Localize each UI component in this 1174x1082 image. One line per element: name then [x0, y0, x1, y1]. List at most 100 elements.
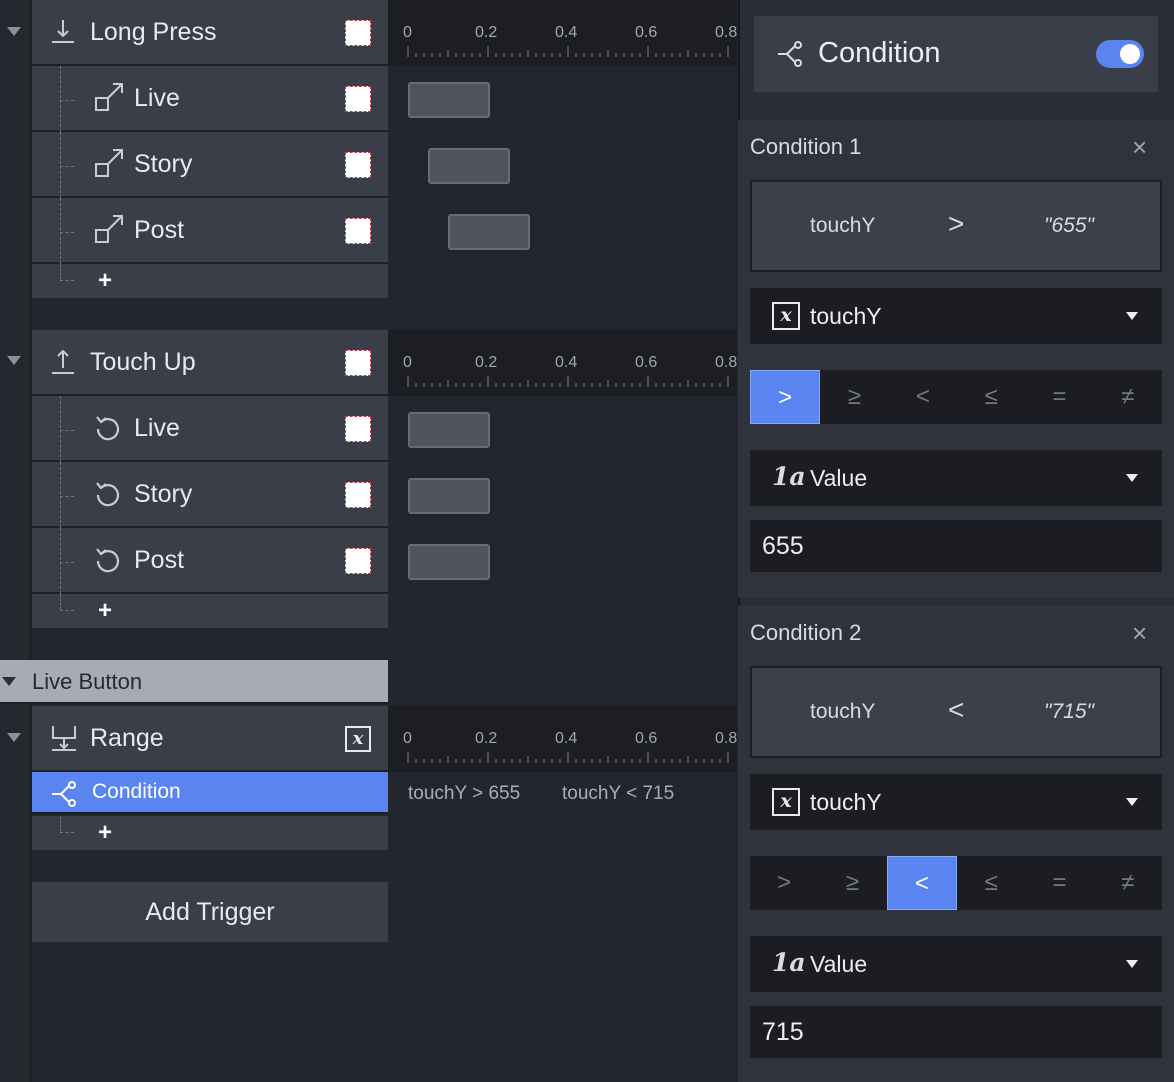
trigger-checkbox[interactable]	[345, 350, 371, 376]
operator-neq[interactable]: ≠	[1094, 370, 1162, 424]
close-icon[interactable]: ×	[1132, 618, 1147, 649]
operator-eq[interactable]: =	[1025, 370, 1093, 424]
timeline-bar[interactable]	[408, 478, 490, 514]
timeline-bar[interactable]	[408, 82, 490, 118]
tick-label: 0	[403, 354, 412, 371]
add-trigger-button[interactable]: Add Trigger	[32, 882, 388, 942]
chevron-down-icon	[1126, 960, 1138, 968]
tick-label: 0.8	[715, 354, 737, 371]
tree-connector	[60, 66, 61, 132]
condition-toggle[interactable]	[1096, 40, 1144, 68]
tick-label: 0.4	[555, 24, 578, 41]
action-label: Post	[134, 216, 185, 244]
action-row[interactable]: Post	[32, 198, 388, 264]
action-label: Live	[134, 414, 180, 442]
operator-gt[interactable]: >	[750, 370, 821, 424]
value-type-icon: 1a	[772, 462, 806, 491]
add-action-button[interactable]: +	[98, 267, 112, 295]
action-row[interactable]: Live	[32, 66, 388, 132]
value-input[interactable]: 715	[750, 1006, 1162, 1058]
tick-label: 0.8	[715, 24, 737, 41]
action-row[interactable]: Story	[32, 462, 388, 528]
action-checkbox[interactable]	[345, 416, 371, 442]
long-press-icon	[52, 20, 74, 43]
action-checkbox[interactable]	[345, 152, 371, 178]
operator-lte[interactable]: ≤	[957, 370, 1025, 424]
add-action-row[interactable]: +	[32, 264, 388, 298]
operator-gt[interactable]: >	[750, 856, 818, 910]
operator-lte[interactable]: ≤	[957, 856, 1025, 910]
transition-icon	[95, 215, 123, 243]
summary-value: "715"	[1044, 700, 1094, 723]
collapse-touch-up-icon[interactable]	[7, 356, 21, 365]
trigger-label: Range	[90, 724, 164, 752]
tick-label: 0.4	[555, 730, 578, 747]
collapse-range-icon[interactable]	[7, 733, 21, 742]
action-row[interactable]: Post	[32, 528, 388, 594]
operator-selector[interactable]: > ≥ < ≤ = ≠	[750, 370, 1162, 424]
add-action-button[interactable]: +	[98, 597, 112, 625]
add-action-button[interactable]: +	[98, 819, 112, 847]
condition-summary: touchY > "655"	[750, 180, 1162, 272]
action-label: Story	[134, 480, 193, 508]
operator-neq[interactable]: ≠	[1094, 856, 1162, 910]
tree-connector	[60, 100, 74, 101]
summary-value: "655"	[1044, 214, 1094, 237]
transition-icon	[95, 149, 123, 177]
action-checkbox[interactable]	[345, 218, 371, 244]
timeline-ruler[interactable]: 0 0.2 0.4 0.6 0.8	[388, 330, 737, 396]
condition-row-selected[interactable]: Condition	[32, 772, 388, 814]
range-condition-text: touchY > 655	[408, 783, 521, 804]
variable-dropdown[interactable]: x touchY	[750, 288, 1162, 344]
trigger-label: Long Press	[90, 18, 217, 46]
add-action-row[interactable]: +	[32, 816, 388, 850]
value-type-dropdown[interactable]: 1a Value	[750, 450, 1162, 506]
chevron-down-icon	[1126, 798, 1138, 806]
timeline-ruler[interactable]: 0 0.2 0.4 0.6 0.8	[388, 706, 737, 772]
tree-connector	[60, 610, 74, 611]
timeline-bar[interactable]	[448, 214, 530, 250]
timeline-bar[interactable]	[428, 148, 510, 184]
tree-connector	[60, 462, 61, 528]
ruler-ticks	[407, 46, 729, 57]
action-row[interactable]: Story	[32, 132, 388, 198]
collapse-group-icon[interactable]	[2, 677, 16, 686]
layer-group-header[interactable]: Live Button	[0, 660, 388, 704]
close-icon[interactable]: ×	[1132, 132, 1147, 163]
action-row[interactable]: Live	[32, 396, 388, 462]
tree-connector	[60, 232, 74, 233]
trigger-touch-up[interactable]: Touch Up	[32, 330, 388, 396]
action-checkbox[interactable]	[345, 548, 371, 574]
collapse-long-press-icon[interactable]	[7, 27, 21, 36]
value-input-text: 715	[762, 1018, 804, 1046]
condition-summary: touchY < "715"	[750, 666, 1162, 758]
operator-lt[interactable]: <	[889, 370, 957, 424]
action-checkbox[interactable]	[345, 482, 371, 508]
trigger-range[interactable]: Range x	[32, 706, 388, 772]
reset-icon	[96, 416, 120, 441]
value-type-dropdown[interactable]: 1a Value	[750, 936, 1162, 992]
action-label: Post	[134, 546, 185, 574]
operator-gte[interactable]: ≥	[820, 370, 888, 424]
operator-eq[interactable]: =	[1025, 856, 1093, 910]
chevron-down-icon	[1126, 474, 1138, 482]
operator-selector[interactable]: > ≥ < ≤ = ≠	[750, 856, 1162, 910]
value-type-label: Value	[810, 951, 868, 977]
left-gutter	[0, 0, 31, 1082]
add-action-row[interactable]: +	[32, 594, 388, 628]
touch-up-icon	[52, 349, 74, 374]
variable-dropdown-value: touchY	[810, 303, 882, 329]
trigger-long-press[interactable]: Long Press	[32, 0, 388, 66]
action-checkbox[interactable]	[345, 86, 371, 112]
variable-icon: x	[772, 302, 800, 330]
range-icon	[52, 726, 76, 751]
timeline-bar[interactable]	[408, 412, 490, 448]
timeline-ruler[interactable]: 0 0.2 0.4 0.6 0.8	[388, 0, 737, 66]
variable-icon[interactable]: x	[345, 726, 371, 752]
operator-gte[interactable]: ≥	[818, 856, 886, 910]
variable-dropdown[interactable]: x touchY	[750, 774, 1162, 830]
trigger-checkbox[interactable]	[345, 20, 371, 46]
operator-lt[interactable]: <	[886, 856, 957, 910]
timeline-bar[interactable]	[408, 544, 490, 580]
value-input[interactable]: 655	[750, 520, 1162, 572]
